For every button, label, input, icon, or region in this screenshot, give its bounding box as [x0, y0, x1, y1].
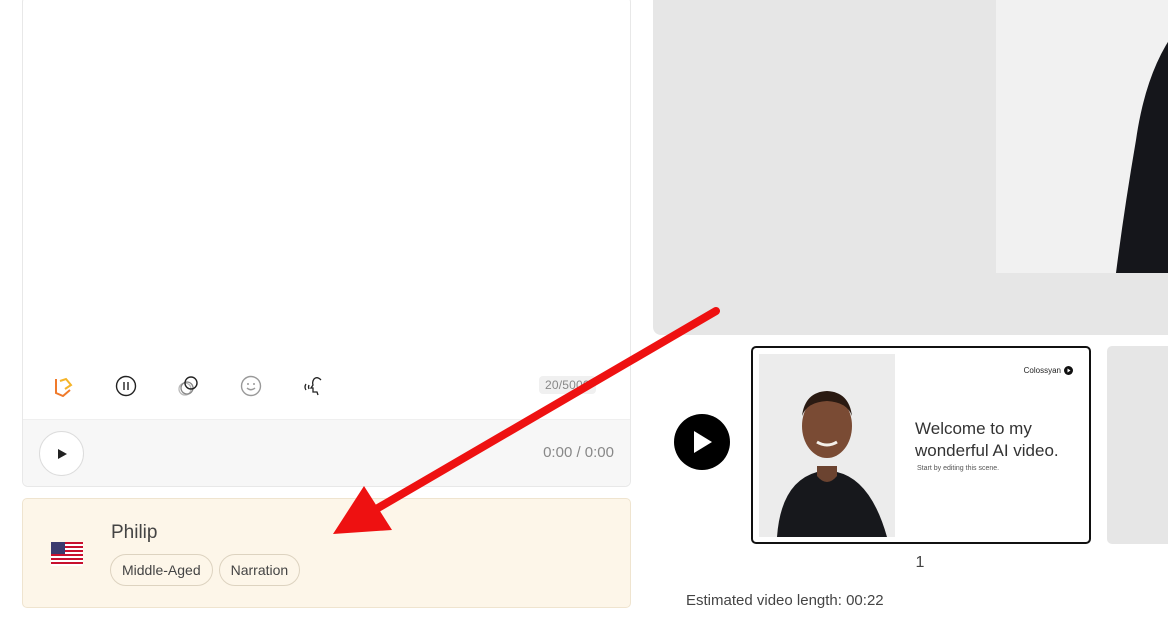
play-icon [694, 431, 712, 453]
audio-preview-bar: 0:00 / 0:00 [23, 419, 630, 486]
play-icon [57, 448, 67, 459]
us-flag-icon [51, 542, 83, 566]
scene-thumbnail-next[interactable] [1107, 346, 1168, 544]
avatar-photo [759, 354, 895, 537]
brand-logo-text: Colossyan [1023, 366, 1061, 375]
voice-tag: Narration [218, 554, 301, 586]
overlay-icon[interactable] [175, 373, 201, 399]
voice-name: Philip [111, 522, 158, 543]
voice-tags: Middle-Aged Narration [110, 554, 301, 586]
estimated-video-length: Estimated video length: 00:22 [686, 592, 884, 609]
scene-subtitle: Start by editing this scene. [917, 465, 1000, 472]
colossyan-logo-icon[interactable] [50, 373, 76, 399]
pause-icon[interactable] [113, 373, 139, 399]
emoji-icon[interactable] [238, 373, 264, 399]
preview-time: 0:00 / 0:00 [543, 444, 614, 461]
brand-logo: Colossyan [1024, 366, 1073, 375]
canvas-avatar-area [996, 0, 1168, 273]
voice-card[interactable]: Philip Middle-Aged Narration [22, 498, 631, 608]
script-editor[interactable] [22, 0, 631, 487]
voice-icon[interactable] [300, 373, 326, 399]
app-stage: 20/5000 0:00 / 0:00 Philip Middle-Aged N… [0, 0, 1168, 628]
scene-number: 1 [915, 554, 925, 571]
voice-tag: Middle-Aged [110, 554, 213, 586]
scene-thumbnail[interactable]: Colossyan Welcome to my wonderful AI vid… [751, 346, 1091, 544]
preview-play-button[interactable] [39, 431, 84, 476]
scene-title: Welcome to my wonderful AI video. [915, 419, 1059, 460]
play-video-button[interactable] [674, 414, 730, 470]
character-count: 20/5000 [539, 376, 596, 394]
avatar-silhouette [1116, 41, 1168, 273]
brand-play-icon [1064, 366, 1073, 375]
